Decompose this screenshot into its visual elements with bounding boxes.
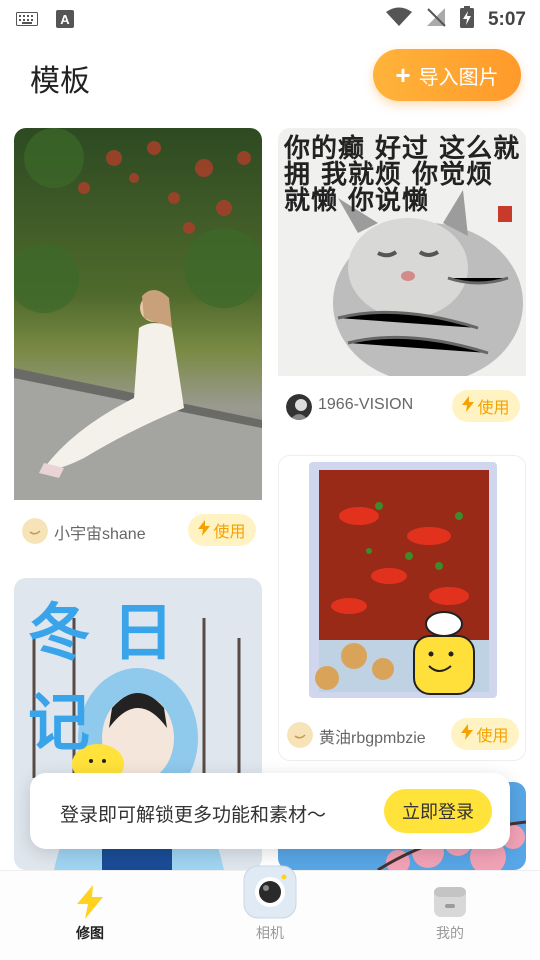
nav-item-edit[interactable]: 修图 [30,871,150,960]
use-button-label: 使用 [476,728,509,745]
nav-label: 相机 [256,925,284,941]
page-title: 模板 [30,65,90,98]
svg-text:A: A [60,12,70,27]
lightning-icon [75,885,105,924]
profile-box-icon [434,885,466,924]
status-bar: A 5:07 [0,0,540,36]
lightning-icon [198,519,211,541]
author-name: 1966-VISION [318,396,414,413]
avatar [286,394,312,420]
login-button[interactable]: 立即登录 [384,789,492,833]
camera-icon [243,865,297,924]
avatar [22,518,48,544]
use-template-button[interactable]: 使用 [188,514,256,546]
use-template-button[interactable]: 使用 [452,390,520,422]
winter-title: 冬日记 [28,596,197,759]
plus-icon: + [395,60,411,90]
template-image [14,128,262,500]
card-footer: 黄油rbgpmbzie 使用 [279,708,525,760]
use-template-button[interactable]: 使用 [451,718,519,750]
import-button-label: 导入图片 [418,66,499,89]
template-card[interactable]: 你的癫 好过 这么就拥 我就烦 你觉烦 就懒 你说懒 1966-VISION 使… [278,128,526,434]
use-button-label: 使用 [213,524,246,541]
nav-label: 修图 [76,925,104,941]
nav-item-camera[interactable]: 相机 [210,865,330,960]
card-footer: 小宇宙shane 使用 [14,504,262,558]
use-button-label: 使用 [477,400,510,417]
card-footer: 1966-VISION 使用 [278,380,526,434]
template-image [279,456,525,704]
lightning-icon [461,723,474,745]
author-name: 黄油rbgpmbzie [319,730,426,747]
import-image-button[interactable]: + 导入图片 [373,49,521,101]
template-card[interactable]: 黄油rbgpmbzie 使用 [278,455,526,761]
template-card[interactable]: 小宇宙shane 使用 [14,128,262,558]
battery-charging-icon [459,6,474,33]
keyboard-icon [16,12,38,31]
login-prompt-text: 登录即可解锁更多功能和素材～ [60,805,327,826]
clock: 5:07 [487,8,526,30]
lightning-icon [462,395,475,417]
nav-item-profile[interactable]: 我的 [390,871,510,960]
cat-caption: 你的癫 好过 这么就拥 我就烦 你觉烦 就懒 你说懒 [284,134,521,216]
author-name: 小宇宙shane [54,526,146,543]
bottom-nav: 修图 相机 我的 [0,865,540,960]
nav-label: 我的 [436,925,464,941]
login-banner: 登录即可解锁更多功能和素材～ 立即登录 [30,773,510,849]
no-signal-icon [426,7,446,32]
wifi-icon [385,7,412,32]
avatar [287,722,313,748]
text-input-icon: A [56,10,74,33]
template-image: 你的癫 好过 这么就拥 我就烦 你觉烦 就懒 你说懒 [278,128,526,376]
